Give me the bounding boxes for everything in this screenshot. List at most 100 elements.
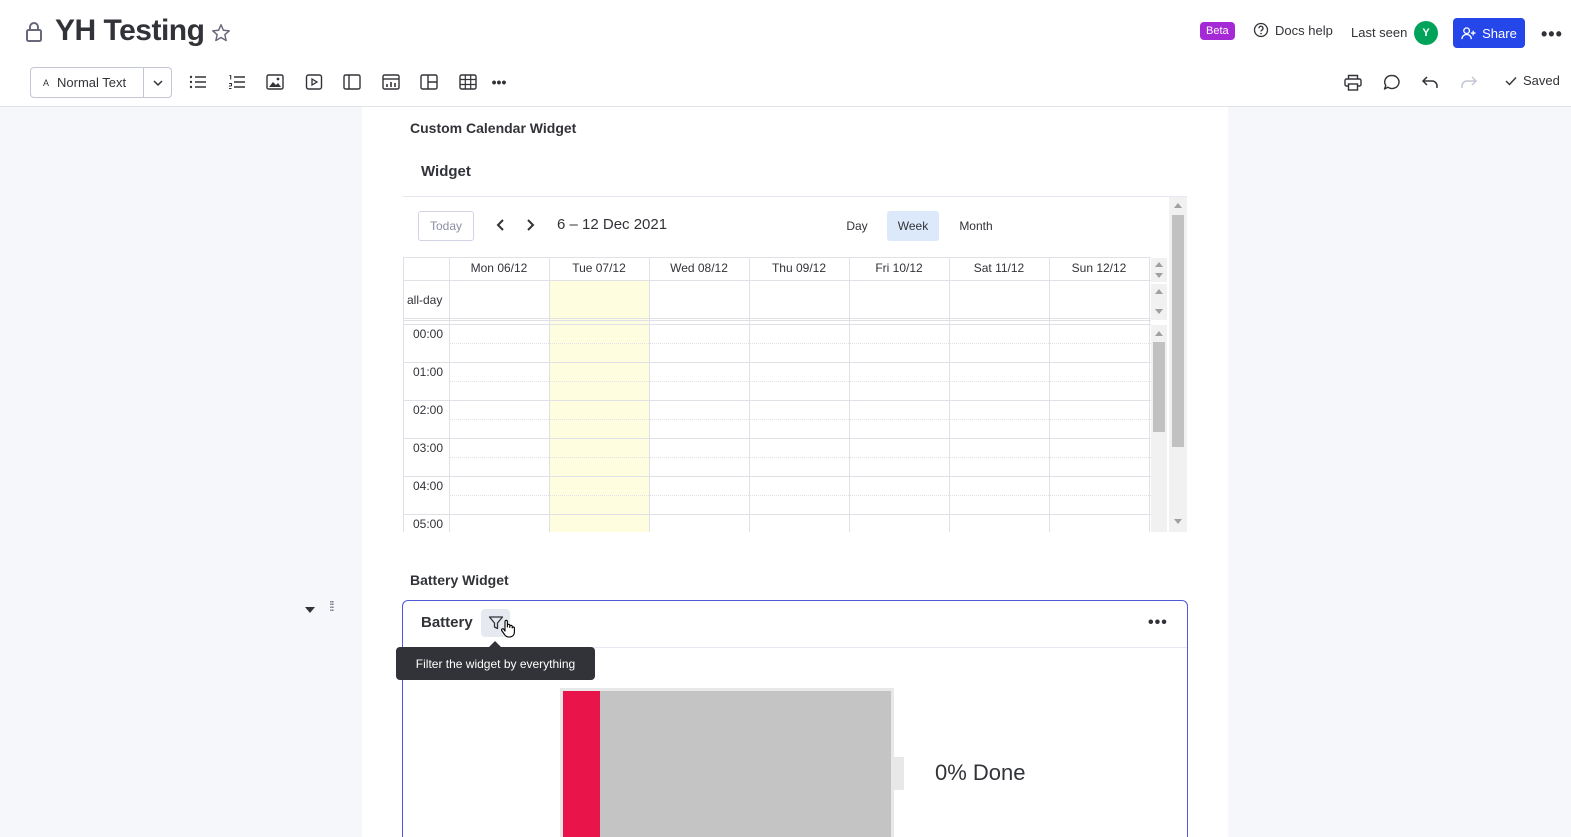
today-button[interactable]: Today: [418, 211, 474, 241]
day-header-wed: Wed 08/12: [670, 261, 728, 275]
comment-icon[interactable]: [1382, 72, 1402, 92]
video-icon[interactable]: [304, 72, 324, 92]
saved-status: Saved: [1505, 73, 1560, 88]
check-icon: [1505, 76, 1517, 86]
chevron-down-icon: [152, 77, 164, 89]
divider: [403, 196, 1187, 197]
time-grid-scrollbar[interactable]: [1151, 325, 1167, 532]
help-icon: [1253, 22, 1269, 38]
layout-columns-icon[interactable]: [419, 72, 439, 92]
view-week-button[interactable]: Week: [887, 211, 939, 241]
lock-icon[interactable]: [24, 20, 44, 44]
docs-help-label: Docs help: [1275, 22, 1333, 38]
half-hour-line: [449, 419, 1151, 420]
day-header-fri: Fri 10/12: [875, 261, 923, 275]
widget-more-icon[interactable]: •••: [1148, 614, 1168, 632]
grid-line: [403, 257, 404, 532]
text-style-chevron-button[interactable]: [143, 68, 171, 97]
text-style-dropdown[interactable]: A Normal Text: [30, 67, 172, 98]
text-style-icon: A: [43, 77, 50, 88]
time-label: 05:00: [413, 517, 444, 531]
print-icon[interactable]: [1343, 72, 1363, 92]
hour-line: [403, 400, 1151, 401]
scroll-down-icon[interactable]: [1174, 519, 1182, 524]
table-icon[interactable]: [458, 72, 478, 92]
share-button[interactable]: Share: [1453, 18, 1525, 48]
grid-line: [749, 257, 750, 532]
calendar-section-title[interactable]: Custom Calendar Widget: [410, 120, 576, 136]
widget-chart-icon[interactable]: [381, 72, 401, 92]
time-label: 02:00: [413, 403, 444, 417]
scroll-down-icon[interactable]: [1155, 309, 1163, 314]
grid-line: [949, 257, 950, 532]
text-style-selected[interactable]: A Normal Text: [31, 68, 143, 97]
docs-help-button[interactable]: Docs help: [1253, 22, 1333, 38]
saved-label: Saved: [1523, 73, 1560, 88]
layout-sidebar-icon[interactable]: [342, 72, 362, 92]
day-header-sun: Sun 12/12: [1071, 261, 1127, 275]
battery-fill: [563, 691, 600, 837]
grid-line: [1049, 257, 1050, 532]
image-icon[interactable]: [265, 72, 285, 92]
day-header-thu: Thu 09/12: [771, 261, 827, 275]
undo-icon[interactable]: [1420, 72, 1440, 92]
widget-scrollbar[interactable]: [1169, 197, 1187, 532]
scroll-down-icon[interactable]: [1155, 273, 1163, 278]
day-header-tue: Tue 07/12: [572, 261, 626, 275]
beta-badge: Beta: [1200, 22, 1235, 40]
drag-handle-icon[interactable]: ⁞⁞: [329, 599, 335, 613]
star-icon[interactable]: [210, 22, 232, 44]
half-hour-line: [449, 495, 1151, 496]
hand-cursor-icon: [500, 619, 516, 639]
bulleted-list-icon[interactable]: [188, 72, 208, 92]
collapse-arrow-icon[interactable]: [305, 607, 315, 613]
calendar-widget-title: Widget: [421, 163, 471, 180]
scroll-up-icon[interactable]: [1155, 289, 1163, 294]
half-hour-line: [449, 343, 1151, 344]
more-toolbar-icon[interactable]: •••: [489, 72, 509, 92]
scroll-up-icon[interactable]: [1155, 262, 1163, 267]
week-grid: all-day Mon 06/12 Tue 07/12 Wed 08/12 Th…: [403, 257, 1151, 532]
doc-title[interactable]: YH Testing: [55, 14, 205, 48]
share-label: Share: [1482, 25, 1517, 41]
grid-line: [649, 257, 650, 532]
view-month-button[interactable]: Month: [950, 211, 1002, 241]
numbered-list-icon[interactable]: [227, 72, 247, 92]
battery-widget-title: Battery: [421, 614, 473, 631]
more-options-icon[interactable]: •••: [1541, 24, 1563, 45]
hour-line: [403, 514, 1151, 515]
scroll-up-icon[interactable]: [1155, 331, 1163, 336]
grid-line: [1149, 257, 1150, 532]
chevron-left-icon[interactable]: [494, 217, 508, 233]
battery-section-title[interactable]: Battery Widget: [410, 572, 509, 588]
grid-line: [549, 257, 550, 532]
scrollbar-thumb[interactable]: [1172, 215, 1184, 447]
hour-line: [403, 362, 1151, 363]
hour-line: [403, 324, 1151, 325]
grid-line: [849, 257, 850, 532]
hour-line: [403, 438, 1151, 439]
date-range-label: 6 – 12 Dec 2021: [557, 216, 668, 233]
scroll-up-icon[interactable]: [1174, 203, 1182, 208]
half-hour-line: [449, 381, 1151, 382]
chevron-right-icon[interactable]: [523, 217, 537, 233]
text-style-label: Normal Text: [57, 75, 127, 90]
time-label: 00:00: [413, 327, 444, 341]
allday-scrollbar[interactable]: [1151, 284, 1167, 320]
all-day-row[interactable]: [403, 281, 1151, 321]
scrollbar-thumb[interactable]: [1153, 342, 1165, 432]
grid-line: [449, 257, 450, 532]
time-label: 04:00: [413, 479, 444, 493]
header-scrollbar[interactable]: [1151, 258, 1167, 282]
last-seen-label[interactable]: Last seen: [1351, 25, 1407, 40]
day-header-sat: Sat 11/12: [973, 261, 1025, 275]
filter-tooltip: Filter the widget by everything: [396, 647, 595, 680]
redo-icon[interactable]: [1459, 72, 1479, 92]
day-header-mon: Mon 06/12: [470, 261, 528, 275]
half-hour-line: [449, 457, 1151, 458]
view-day-button[interactable]: Day: [836, 211, 878, 241]
battery-gauge: [560, 688, 894, 837]
battery-tip: [894, 757, 904, 790]
avatar[interactable]: Y: [1414, 21, 1438, 45]
battery-done-label: 0% Done: [935, 760, 1026, 785]
